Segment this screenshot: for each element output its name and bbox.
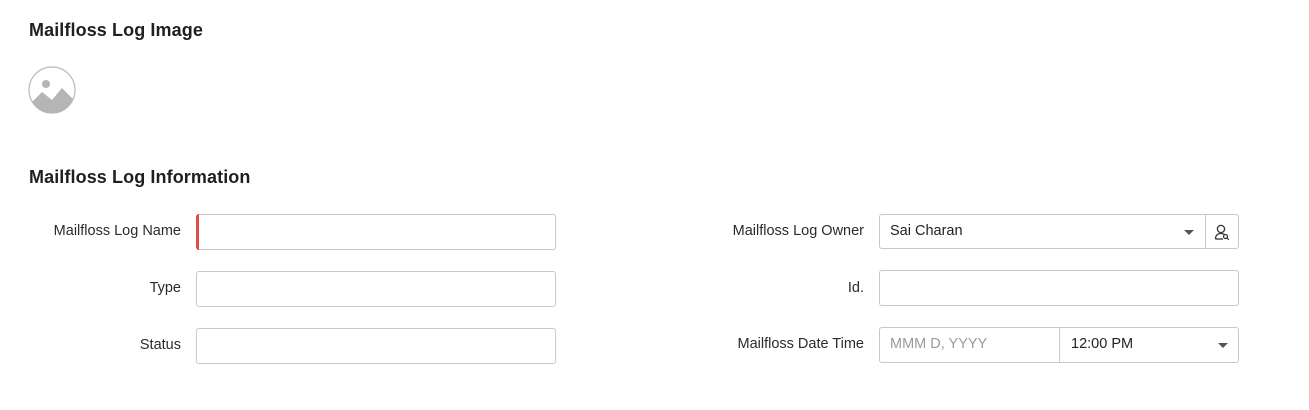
id-label: Id. (847, 280, 864, 296)
section-title-image: Mailfloss Log Image (29, 20, 203, 40)
record-form: Mailfloss Log Image Mailfloss Log Inform… (0, 0, 1309, 410)
datetime-field: 12:00 PM (879, 327, 1239, 363)
chevron-down-icon[interactable] (1184, 230, 1194, 235)
type-field[interactable] (196, 271, 556, 307)
user-lookup-icon (1214, 224, 1230, 241)
status-field[interactable] (196, 328, 556, 364)
date-input[interactable] (890, 336, 1050, 352)
datetime-label: Mailfloss Date Time (737, 336, 864, 352)
name-field[interactable] (196, 214, 556, 250)
time-value[interactable]: 12:00 PM (1071, 336, 1133, 352)
owner-select[interactable]: Sai Charan (879, 214, 1239, 249)
date-field[interactable] (880, 328, 1060, 362)
owner-value: Sai Charan (890, 223, 963, 239)
id-field[interactable] (879, 270, 1239, 306)
status-label: Status (139, 337, 181, 353)
chevron-down-icon[interactable] (1218, 343, 1228, 348)
image-placeholder-icon[interactable] (28, 66, 76, 114)
owner-label: Mailfloss Log Owner (732, 223, 864, 239)
name-label: Mailfloss Log Name (53, 223, 181, 239)
type-label: Type (149, 280, 181, 296)
section-title-information: Mailfloss Log Information (29, 167, 251, 187)
user-lookup-button[interactable] (1205, 215, 1238, 249)
mandatory-marker (196, 214, 199, 250)
